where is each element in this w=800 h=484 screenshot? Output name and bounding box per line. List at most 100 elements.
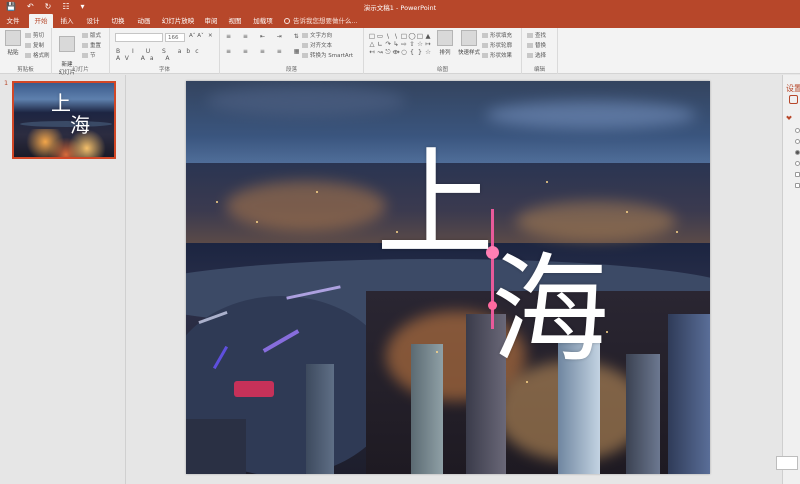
editing-group: 查找 替换 选择 编辑 bbox=[522, 28, 558, 74]
search-icon bbox=[527, 33, 533, 38]
smartart-button[interactable]: 转换为 SmartArt bbox=[302, 51, 353, 59]
city-light bbox=[546, 181, 548, 183]
scissors-icon bbox=[25, 33, 31, 38]
grow-font-icon[interactable]: A˄ A˅ bbox=[189, 33, 204, 39]
cursor-icon bbox=[527, 53, 533, 58]
city-glow bbox=[226, 181, 386, 231]
fill-option-radio[interactable] bbox=[795, 139, 800, 144]
tab-file[interactable]: 文件 bbox=[3, 14, 23, 28]
clear-format-icon[interactable]: ✕ bbox=[208, 33, 213, 39]
skyscraper bbox=[668, 314, 710, 474]
smartart-icon bbox=[302, 53, 308, 58]
quick-styles-icon bbox=[461, 30, 477, 46]
font-name-input[interactable] bbox=[115, 33, 163, 42]
tab-insert[interactable]: 插入 bbox=[57, 14, 77, 28]
city-glow bbox=[516, 201, 676, 241]
paragraph-label: 段落 bbox=[285, 67, 297, 73]
replace-button[interactable]: 替换 bbox=[527, 41, 546, 49]
slides-group: 新建 幻灯片 版式 重置 节 幻灯片 bbox=[52, 28, 110, 76]
tab-addins[interactable]: 加载项 bbox=[250, 14, 276, 28]
text-direction-icon bbox=[302, 33, 308, 38]
paste-button[interactable]: 粘贴 bbox=[2, 30, 24, 56]
clipboard-label: 剪贴板 bbox=[17, 67, 34, 73]
collapse-icon[interactable] bbox=[786, 114, 792, 120]
slide-title-char-hai[interactable]: 海 bbox=[491, 251, 609, 369]
tab-animations[interactable]: 动画 bbox=[134, 14, 154, 28]
city-light bbox=[436, 351, 438, 353]
format-painter-button[interactable]: 格式刷 bbox=[25, 51, 50, 59]
effects-icon bbox=[482, 53, 488, 58]
format-pane: 设置 bbox=[782, 75, 800, 484]
title-bar: 💾 ↶ ↻ ☷ ▾ 演示文稿1 - PowerPoint bbox=[0, 0, 800, 14]
fill-option-radio[interactable] bbox=[795, 128, 800, 133]
clipboard-group: 粘贴 剪切 复制 格式刷 剪贴板 bbox=[0, 28, 52, 74]
tell-me-search[interactable]: 告诉我您想要做什么... bbox=[284, 14, 358, 28]
fit-slide-button[interactable] bbox=[776, 456, 798, 470]
tab-review[interactable]: 审阅 bbox=[202, 14, 220, 28]
tab-slideshow[interactable]: 幻灯片放映 bbox=[159, 14, 197, 28]
slide-title-char-shang[interactable]: 上 bbox=[376, 145, 494, 263]
find-button[interactable]: 查找 bbox=[527, 31, 546, 39]
window-title: 演示文稿1 - PowerPoint bbox=[363, 4, 437, 12]
tab-home[interactable]: 开始 bbox=[29, 14, 53, 28]
shape-fill-button[interactable]: 形状填充 bbox=[482, 31, 512, 39]
shape-effects-button[interactable]: 形状效果 bbox=[482, 51, 512, 59]
tab-transitions[interactable]: 切换 bbox=[108, 14, 128, 28]
thumbnail-city-lights bbox=[14, 129, 114, 157]
slides-label: 幻灯片 bbox=[72, 67, 89, 73]
paragraph-group: ≡ ≡ ⇤ ⇥ ⇅ ≡ ≡ ≡ ≡ ▦ 文字方向 对齐文本 转换为 SmartA… bbox=[220, 28, 364, 74]
fill-bucket-icon[interactable] bbox=[789, 95, 798, 104]
shape-outline-button[interactable]: 形状轮廓 bbox=[482, 41, 512, 49]
fill-option-checkbox[interactable] bbox=[795, 172, 800, 177]
replace-icon bbox=[527, 43, 533, 48]
cut-button[interactable]: 剪切 bbox=[25, 31, 44, 39]
red-lit-building bbox=[234, 381, 274, 397]
arrange-icon bbox=[437, 30, 453, 46]
slide[interactable]: 上 海 bbox=[186, 81, 710, 474]
copy-icon bbox=[25, 43, 31, 48]
city-light bbox=[526, 381, 528, 383]
fill-option-radio[interactable] bbox=[795, 150, 800, 155]
section-button[interactable]: 节 bbox=[82, 51, 96, 59]
fill-option-radio[interactable] bbox=[795, 161, 800, 166]
list-buttons[interactable]: ≡ ≡ ⇤ ⇥ ⇅ bbox=[226, 33, 304, 40]
text-direction-button[interactable]: 文字方向 bbox=[302, 31, 332, 39]
skyscraper bbox=[411, 344, 443, 474]
align-text-button[interactable]: 对齐文本 bbox=[302, 41, 332, 49]
thumbnail-char-shang: 上 bbox=[51, 91, 71, 115]
city-light bbox=[626, 211, 628, 213]
reset-button[interactable]: 重置 bbox=[82, 41, 101, 49]
tab-design[interactable]: 设计 bbox=[83, 14, 103, 28]
fill-icon bbox=[482, 33, 488, 38]
align-text-icon bbox=[302, 43, 308, 48]
font-format-buttons[interactable]: B I U S abc AV Aa A bbox=[116, 48, 219, 62]
ribbon: 粘贴 剪切 复制 格式刷 剪贴板 新建 幻灯片 版式 重置 节 幻灯片 166 … bbox=[0, 28, 800, 76]
skyscraper bbox=[306, 364, 334, 474]
copy-button[interactable]: 复制 bbox=[25, 41, 44, 49]
arrange-button[interactable]: 排列 bbox=[434, 30, 456, 56]
tab-view[interactable]: 视图 bbox=[226, 14, 244, 28]
section-icon bbox=[82, 53, 88, 58]
font-label: 字体 bbox=[158, 67, 170, 73]
layout-button[interactable]: 版式 bbox=[82, 31, 101, 39]
building bbox=[186, 419, 246, 474]
fill-option-checkbox[interactable] bbox=[795, 183, 800, 188]
font-group: 166 A˄ A˅ ✕ B I U S abc AV Aa A 字体 bbox=[110, 28, 220, 74]
reset-icon bbox=[82, 43, 88, 48]
font-size-input[interactable]: 166 bbox=[165, 33, 185, 42]
shapes-gallery[interactable]: □ ▭ \ \ □ ◯ □ ▲ △ ∟ ↷ ↳ ⇨ ⇧ ☆ ↦ ↤ ↝ ⎋ ⟴ ○{} ☆ bbox=[368, 32, 432, 58]
quick-styles-button[interactable]: 快速样式 bbox=[456, 30, 482, 56]
city-light bbox=[676, 231, 678, 233]
brush-icon bbox=[25, 53, 31, 58]
format-pane-title: 设置 bbox=[786, 84, 800, 93]
lightbulb-icon bbox=[284, 18, 290, 24]
layout-icon bbox=[82, 33, 88, 38]
ribbon-tabs: 文件 开始 插入 设计 切换 动画 幻灯片放映 审阅 视图 加载项 告诉我您想要… bbox=[0, 14, 800, 28]
slide-number: 1 bbox=[4, 79, 9, 87]
select-button[interactable]: 选择 bbox=[527, 51, 546, 59]
slide-thumbnail[interactable]: 上 海 bbox=[12, 81, 116, 159]
tell-me-text: 告诉我您想要做什么... bbox=[293, 17, 358, 25]
cloud bbox=[206, 86, 406, 116]
align-buttons[interactable]: ≡ ≡ ≡ ≡ ▦ bbox=[226, 48, 304, 55]
city-light bbox=[256, 221, 258, 223]
